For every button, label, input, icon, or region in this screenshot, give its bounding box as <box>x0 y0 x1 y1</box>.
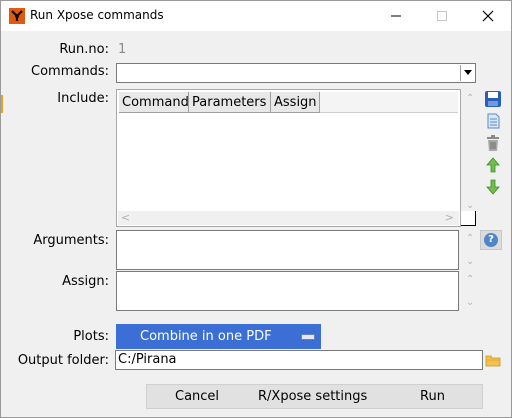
commands-dropdown-button[interactable] <box>460 65 474 81</box>
scroll-down-icon[interactable]: ⌄ <box>466 297 474 308</box>
folder-icon[interactable] <box>485 352 501 368</box>
help-icon: ? <box>484 233 498 247</box>
commands-label: Commands: <box>31 64 109 79</box>
close-button[interactable] <box>465 1 511 31</box>
include-label: Include: <box>57 91 109 106</box>
arrow-up-icon[interactable] <box>484 156 502 174</box>
trash-icon[interactable] <box>484 134 502 152</box>
run-button[interactable]: Run <box>420 389 445 404</box>
assign-scrollbar[interactable]: ⌃ ⌄ <box>463 274 479 308</box>
minimize-icon <box>391 15 401 17</box>
option-menu-indicator-icon <box>301 334 315 340</box>
arguments-scrollbar[interactable]: ⌃ ⌄ <box>463 233 479 267</box>
header-filler <box>320 92 458 113</box>
maximize-icon <box>437 11 447 21</box>
include-horizontal-scrollbar[interactable]: < > <box>118 211 459 225</box>
runno-value: 1 <box>118 42 127 57</box>
arguments-field[interactable] <box>116 230 459 270</box>
scroll-up-icon[interactable]: ⌃ <box>466 233 474 244</box>
plots-option-menu[interactable]: Combine in one PDF <box>116 324 321 349</box>
output-folder-label: Output folder: <box>17 353 109 368</box>
column-header-command[interactable]: Command <box>119 92 189 113</box>
help-button[interactable]: ? <box>480 230 502 250</box>
dialog-window: Run Xpose commands Run.no: 1 Commands: I… <box>0 0 512 418</box>
include-vertical-scrollbar[interactable]: ⌃ ⌄ <box>463 93 479 211</box>
chevron-down-icon <box>464 70 472 75</box>
assign-label: Assign: <box>62 274 109 289</box>
save-icon[interactable] <box>484 90 502 108</box>
scroll-up-icon[interactable]: ⌃ <box>466 93 474 104</box>
output-folder-input[interactable]: C:/Pirana <box>115 350 483 370</box>
scroll-left-icon[interactable]: < <box>121 211 130 224</box>
close-icon <box>482 10 494 22</box>
commands-combobox[interactable] <box>116 63 476 83</box>
window-title: Run Xpose commands <box>30 8 164 22</box>
minimize-button[interactable] <box>373 1 419 31</box>
column-header-assign[interactable]: Assign <box>271 92 320 113</box>
column-header-parameters[interactable]: Parameters <box>189 92 271 113</box>
runno-label: Run.no: <box>59 42 109 57</box>
arguments-label: Arguments: <box>33 233 109 248</box>
include-table-header: Command Parameters Assign <box>119 92 320 113</box>
arrow-down-icon[interactable] <box>484 178 502 196</box>
new-document-icon[interactable] <box>484 112 502 130</box>
plots-label: Plots: <box>73 329 109 344</box>
scroll-corner <box>461 211 476 226</box>
include-table[interactable]: Command Parameters Assign < > <box>116 89 461 227</box>
scroll-down-icon[interactable]: ⌄ <box>466 256 474 267</box>
button-bar: Cancel R/Xpose settings Run <box>146 384 483 409</box>
plots-value: Combine in one PDF <box>140 329 272 344</box>
title-bar: Run Xpose commands <box>1 1 511 31</box>
scroll-up-icon[interactable]: ⌃ <box>466 274 474 285</box>
xpose-settings-button[interactable]: R/Xpose settings <box>258 389 367 404</box>
scroll-right-icon[interactable]: > <box>445 211 454 224</box>
maximize-button[interactable] <box>419 1 465 31</box>
app-icon <box>9 8 25 24</box>
assign-field[interactable] <box>116 271 459 311</box>
scroll-down-icon[interactable]: ⌄ <box>466 200 474 211</box>
left-edge-accent <box>1 95 3 113</box>
cancel-button[interactable]: Cancel <box>175 389 219 404</box>
